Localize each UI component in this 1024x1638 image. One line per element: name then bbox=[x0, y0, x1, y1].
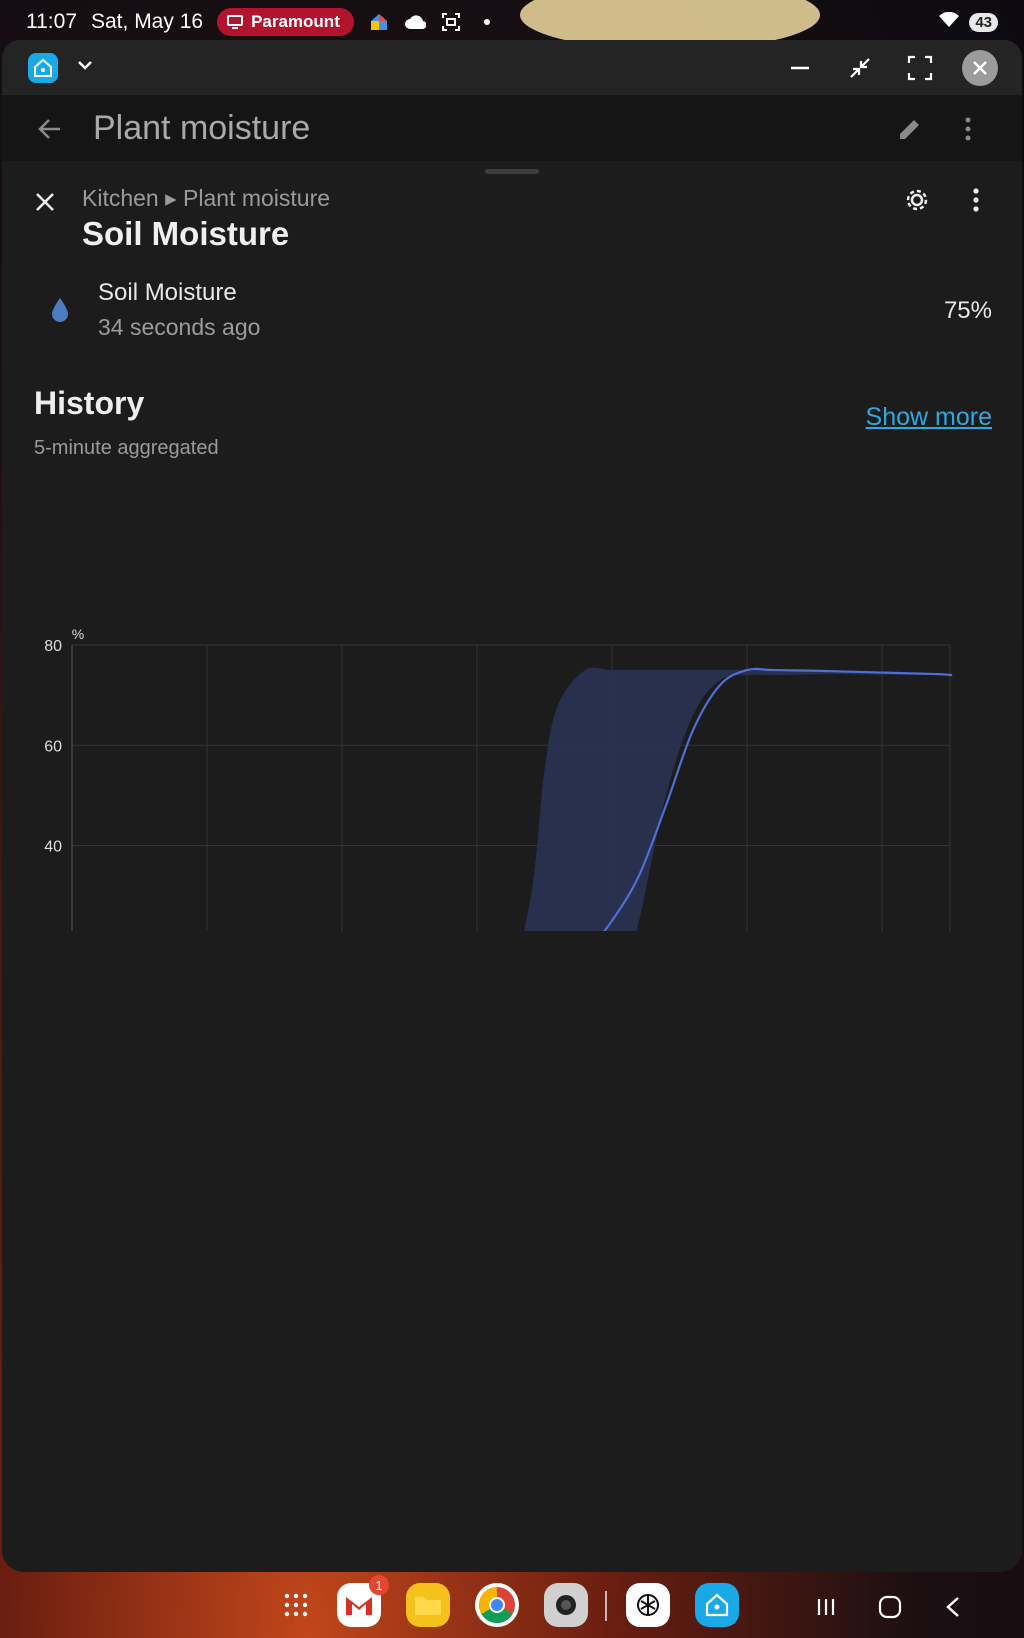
status-time: 11:07 bbox=[26, 10, 77, 33]
close-window-icon[interactable] bbox=[962, 50, 998, 86]
paramount-pill[interactable]: Paramount bbox=[217, 8, 354, 36]
app-overflow-menu-icon[interactable] bbox=[962, 115, 974, 148]
gmail-badge: 1 bbox=[369, 1575, 389, 1595]
status-bar: 11:07 Sat, May 16 Paramount 43 bbox=[0, 0, 1024, 44]
dialog-overflow-menu-icon[interactable] bbox=[970, 185, 982, 220]
settings-gear-icon[interactable] bbox=[902, 185, 932, 220]
cloud-icon bbox=[404, 11, 426, 33]
breadcrumb: Kitchen ▸ Plant moisture bbox=[82, 185, 331, 211]
y-unit-label: % bbox=[72, 626, 84, 642]
home-assistant-app-icon[interactable] bbox=[28, 53, 58, 83]
y-tick-label: 60 bbox=[44, 738, 62, 755]
edit-pencil-icon[interactable] bbox=[896, 115, 924, 148]
tv-icon bbox=[227, 15, 244, 29]
back-icon[interactable] bbox=[936, 1589, 972, 1625]
entity-state-value: 75% bbox=[943, 297, 992, 324]
show-more-link[interactable]: Show more bbox=[866, 403, 992, 432]
camera-icon[interactable] bbox=[544, 1583, 588, 1627]
mean-series-line bbox=[603, 667, 953, 931]
app-header: Plant moisture bbox=[2, 95, 1022, 161]
history-heading: History bbox=[34, 385, 145, 421]
y-tick-label: 40 bbox=[44, 839, 62, 856]
app-window: Plant moisture Kitchen ▸ Plant moisture … bbox=[2, 40, 1022, 1572]
y-tick-label: 80 bbox=[44, 638, 62, 655]
google-home-icon bbox=[368, 11, 390, 33]
pop-up-view-icon[interactable] bbox=[842, 50, 878, 86]
fullscreen-icon[interactable] bbox=[902, 50, 938, 86]
dock-divider bbox=[605, 1591, 607, 1621]
more-info-dialog: Kitchen ▸ Plant moisture Soil Moisture S… bbox=[2, 161, 1022, 1572]
dialog-title: Soil Moisture bbox=[82, 215, 290, 252]
close-dialog-icon[interactable] bbox=[32, 189, 58, 220]
status-date: Sat, May 16 bbox=[91, 10, 204, 33]
files-folder-icon[interactable] bbox=[406, 1583, 450, 1627]
battery-indicator: 43 bbox=[969, 12, 998, 32]
screenshot-icon bbox=[440, 11, 462, 33]
chevron-down-icon[interactable] bbox=[74, 54, 96, 81]
gmail-icon[interactable]: 1 bbox=[337, 1575, 389, 1627]
min-max-band bbox=[524, 667, 953, 931]
app-drawer-icon[interactable] bbox=[274, 1583, 318, 1627]
entity-last-changed: 34 seconds ago bbox=[98, 314, 261, 340]
home-assistant-dock-icon[interactable] bbox=[695, 1583, 739, 1627]
chatgpt-icon[interactable] bbox=[626, 1583, 670, 1627]
history-subtitle: 5-minute aggregated bbox=[34, 437, 219, 459]
entity-name: Soil Moisture bbox=[98, 279, 237, 306]
entity-row[interactable]: Soil Moisture 34 seconds ago 75% bbox=[2, 271, 1022, 351]
window-title-bar bbox=[2, 40, 1022, 95]
taskbar: 1 bbox=[0, 1575, 1024, 1638]
more-notifications-icon bbox=[476, 11, 498, 33]
recents-icon[interactable] bbox=[808, 1589, 844, 1625]
chrome-icon[interactable] bbox=[475, 1583, 519, 1627]
drag-handle[interactable] bbox=[485, 169, 539, 174]
minimize-icon[interactable] bbox=[782, 50, 818, 86]
home-icon[interactable] bbox=[872, 1589, 908, 1625]
wifi-icon bbox=[939, 10, 960, 34]
history-chart[interactable]: 02040608010:35 PM10:40 PM10:45 PM10:50 P… bbox=[2, 461, 1022, 931]
pill-label: Paramount bbox=[251, 12, 340, 31]
back-arrow-icon[interactable] bbox=[36, 115, 64, 148]
page-title: Plant moisture bbox=[93, 109, 311, 147]
water-drop-icon bbox=[51, 297, 69, 328]
